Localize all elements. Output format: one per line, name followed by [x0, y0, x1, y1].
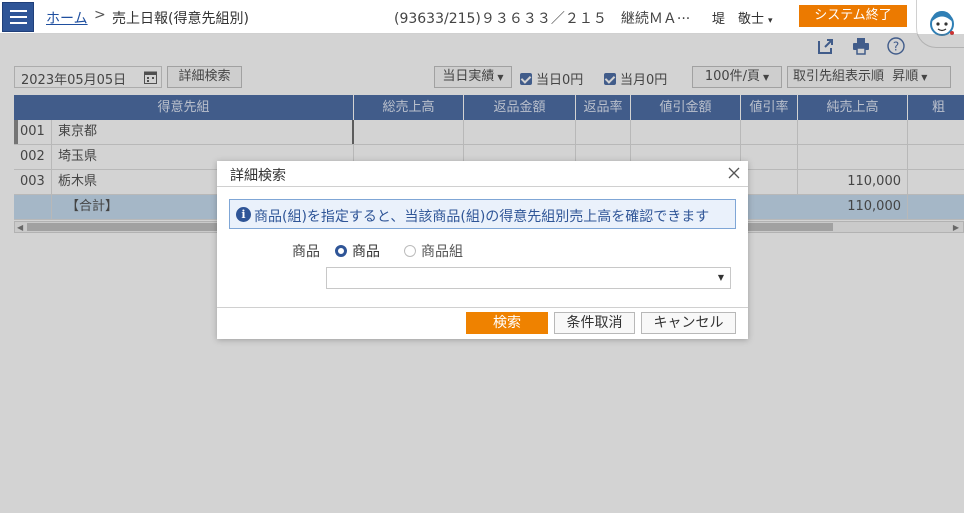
info-icon: i — [236, 207, 251, 222]
breadcrumb-home-link[interactable]: ホーム — [46, 8, 88, 28]
menu-line — [9, 10, 27, 12]
menu-line — [9, 22, 27, 24]
menu-line — [9, 16, 27, 18]
dialog-divider — [217, 186, 748, 187]
radio-selected-icon — [335, 245, 347, 257]
info-message: i 商品(組)を指定すると、当該商品(組)の得意先組別売上高を確認できます — [229, 199, 736, 229]
account-info: (93633/215)９３６３３／２１５ 継続ＭＡ··· — [394, 11, 691, 27]
search-button[interactable]: 検索 — [466, 312, 548, 334]
info-text: 商品(組)を指定すると、当該商品(組)の得意先組別売上高を確認できます — [254, 209, 710, 225]
radio-unselected-icon — [404, 245, 416, 257]
radio-product-label: 商品 — [352, 244, 380, 260]
chevron-down-icon: ▾ — [768, 16, 773, 26]
radio-product-group-label: 商品組 — [421, 244, 463, 260]
clear-conditions-button[interactable]: 条件取消 — [554, 312, 635, 334]
product-select[interactable]: ▼ — [326, 267, 731, 289]
cancel-button[interactable]: キャンセル — [641, 312, 736, 334]
hamburger-menu-button[interactable] — [2, 2, 34, 32]
detail-search-dialog: 詳細検索 i 商品(組)を指定すると、当該商品(組)の得意先組別売上高を確認でき… — [217, 161, 748, 339]
radio-product-group[interactable]: 商品組 — [404, 241, 463, 261]
close-icon[interactable] — [724, 163, 744, 183]
product-label: 商品 — [292, 244, 320, 260]
user-name: 堤 敬士 — [712, 12, 765, 27]
system-end-button[interactable]: システム終了 — [799, 5, 907, 27]
breadcrumb-separator: > — [94, 7, 106, 23]
dialog-title: 詳細検索 — [230, 168, 286, 184]
dialog-footer-divider — [217, 307, 748, 308]
user-menu[interactable]: 堤 敬士 ▾ — [712, 8, 773, 27]
radio-product[interactable]: 商品 — [335, 241, 380, 261]
app-header: ホーム > 売上日報(得意先組別) (93633/215)９３６３３／２１５ 継… — [0, 0, 964, 34]
page-title: 売上日報(得意先組別) — [112, 11, 249, 27]
chevron-down-icon: ▼ — [717, 273, 724, 282]
